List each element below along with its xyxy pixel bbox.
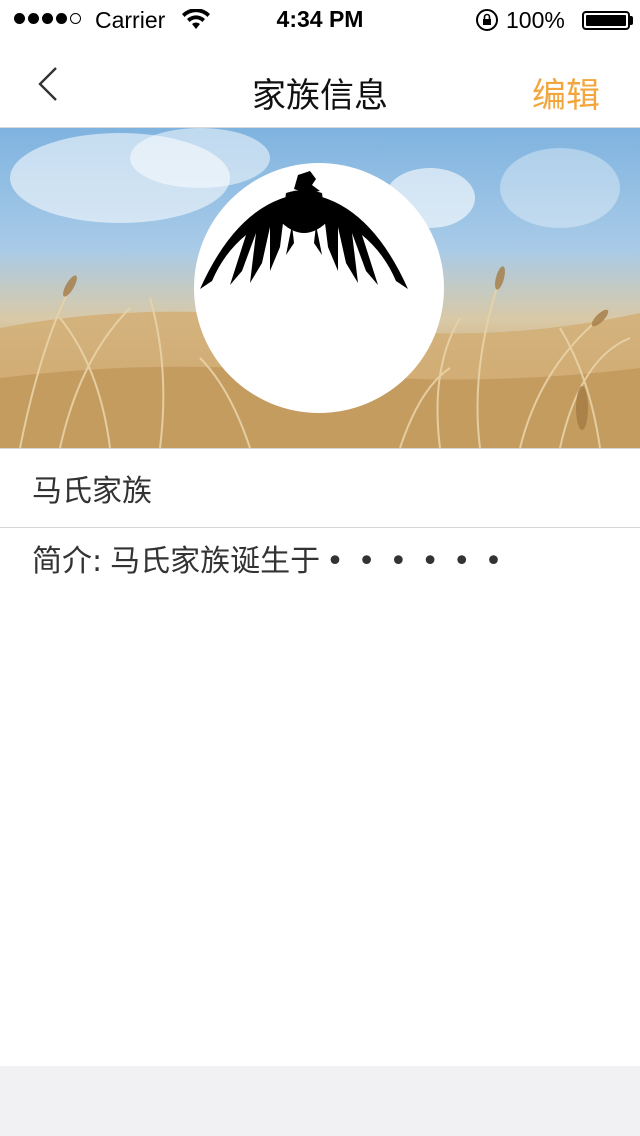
status-bar: Carrier 4:34 PM 100% (0, 0, 640, 40)
eagle-emblem-icon (200, 171, 408, 289)
family-name: 马氏家族 (32, 474, 152, 509)
navigation-bar: 家族信息 编辑 (0, 40, 640, 128)
battery-percent: 100% (506, 7, 565, 33)
family-intro: 简介: 马氏家族诞生于 •••••• (0, 528, 640, 596)
rotation-lock-icon (476, 9, 498, 31)
screen: Carrier 4:34 PM 100% 家族信息 编辑 马氏家族 简介: 马氏… (0, 0, 640, 1136)
bottom-bar (0, 1066, 640, 1136)
intro-text: 马氏家族诞生于 (110, 544, 321, 579)
family-name-row: 马氏家族 (0, 448, 640, 528)
cover-banner (0, 128, 640, 448)
intro-ellipsis: •••••• (326, 544, 517, 579)
intro-label: 简介: (32, 544, 103, 579)
battery-icon (582, 11, 630, 30)
edit-button[interactable]: 编辑 (532, 68, 600, 117)
battery-tip (630, 16, 633, 25)
family-emblem-avatar[interactable] (194, 163, 444, 413)
